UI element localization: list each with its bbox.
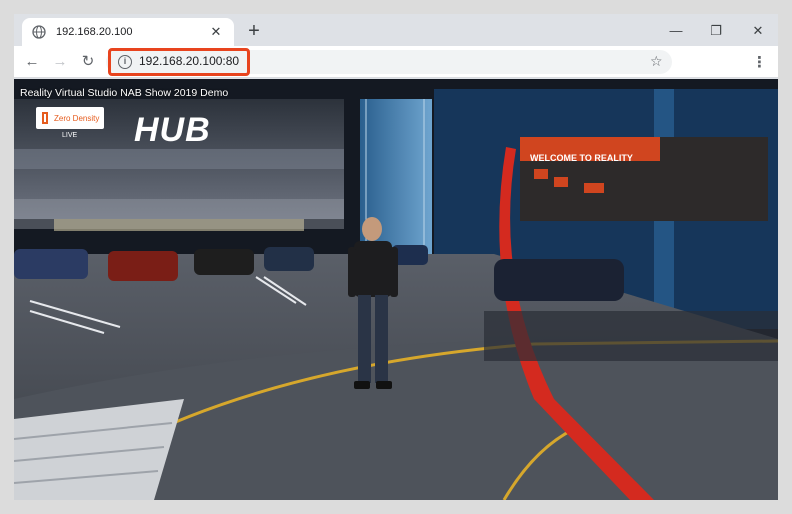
tab-title: 192.168.20.100 <box>56 26 133 38</box>
video-title: Reality Virtual Studio NAB Show 2019 Dem… <box>20 87 229 99</box>
forward-button[interactable]: → <box>50 52 70 72</box>
close-icon[interactable]: ✕ <box>208 24 224 40</box>
zero-density-logo-icon <box>40 111 50 125</box>
welcome-sign: WELCOME TO REALITY <box>530 153 633 163</box>
bookmark-star-icon[interactable]: ☆ <box>650 53 663 70</box>
brand-badge: Zero Density <box>36 107 104 129</box>
url-text[interactable]: 192.168.20.100:80 <box>139 54 239 68</box>
brand-name: Zero Density <box>54 113 100 123</box>
new-tab-button[interactable]: + <box>244 21 264 41</box>
maximize-button[interactable]: ❐ <box>704 22 728 40</box>
reload-button[interactable]: ↻ <box>78 52 98 72</box>
studio-scene <box>14 79 778 500</box>
video-viewport[interactable]: HUB WELCOME TO REALITY Reality Virtual S… <box>14 79 778 500</box>
minimize-button[interactable]: — <box>664 22 688 40</box>
menu-icon[interactable]: ⋮ <box>752 53 767 71</box>
browser-window: 192.168.20.100 ✕ + — ❐ ✕ ← → ↻ i 192.168… <box>14 14 778 500</box>
info-icon[interactable]: i <box>118 55 132 69</box>
back-button[interactable]: ← <box>22 52 42 72</box>
race-hub-sign: HUB <box>134 111 211 149</box>
globe-icon <box>32 25 46 39</box>
browser-toolbar: ← → ↻ i 192.168.20.100:80 ☆ ⋮ <box>14 46 778 78</box>
window-close-button[interactable]: ✕ <box>746 22 770 40</box>
live-label: LIVE <box>62 132 78 139</box>
tab-active[interactable]: 192.168.20.100 ✕ <box>22 18 234 46</box>
tab-strip: 192.168.20.100 ✕ + — ❐ ✕ <box>14 14 778 46</box>
